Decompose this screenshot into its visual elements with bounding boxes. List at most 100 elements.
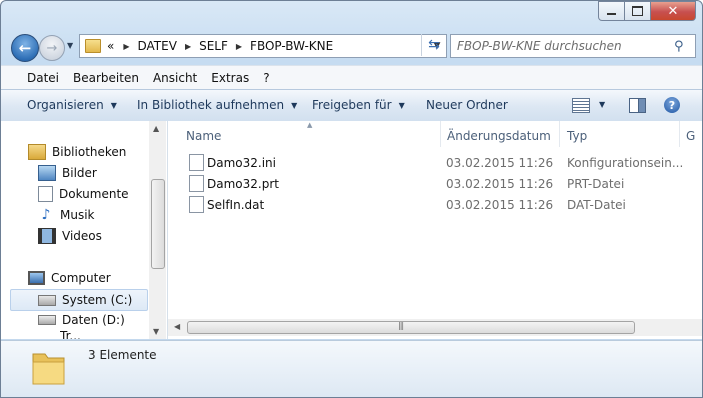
breadcrumb-overflow[interactable]: « (107, 39, 114, 53)
add-to-library-button[interactable]: In Bibliothek aufnehmen ▼ (137, 98, 297, 112)
file-name: SelfIn.dat (207, 197, 265, 212)
caption-buttons: ✕ (598, 1, 696, 21)
scroll-left-icon[interactable]: ◀ (174, 322, 180, 331)
nav-label-libraries: Bibliotheken (52, 145, 127, 159)
item-count: 3 Elemente (88, 348, 157, 362)
file-date: 03.02.2015 11:26 (446, 155, 554, 170)
back-button[interactable]: ← (11, 34, 39, 62)
refresh-button[interactable]: ⇆ (421, 34, 446, 56)
computer-icon (28, 271, 45, 285)
chevron-down-icon: ▼ (291, 100, 298, 110)
file-name: Damo32.prt (207, 176, 279, 191)
details-pane: 3 Elemente (1, 340, 702, 397)
minimize-button[interactable] (598, 1, 625, 21)
help-button[interactable]: ? (664, 97, 680, 113)
nav-item-music[interactable]: ♪ Musik (38, 205, 95, 225)
chevron-right-icon: ▶ (184, 41, 192, 51)
back-arrow-icon: ← (18, 39, 32, 57)
chevron-down-icon: ▼ (110, 100, 117, 110)
libraries-icon (28, 144, 46, 160)
menu-ansicht[interactable]: Ansicht (146, 71, 204, 85)
address-bar[interactable]: « ▶ DATEV ▶ SELF ▶ FBOP-BW-KNE ▼ (79, 34, 447, 58)
file-type: DAT-Datei (567, 197, 626, 212)
nav-vertical-scrollbar[interactable]: ▲ ▼ (149, 121, 166, 339)
search-box: ⚲ (450, 34, 696, 58)
explorer-window: ✕ ← → ▼ « ▶ DATEV ▶ SELF ▶ FBOP-BW-KNE ▼… (0, 0, 703, 398)
file-date: 03.02.2015 11:26 (446, 176, 554, 191)
column-divider[interactable] (559, 121, 560, 147)
scroll-down-icon[interactable]: ▼ (153, 327, 159, 336)
nav-label-computer: Computer (51, 271, 111, 285)
file-row[interactable]: Damo32.prt 03.02.2015 11:26 PRT-Datei (168, 173, 702, 194)
preview-pane-icon[interactable] (629, 98, 646, 113)
nav-label-videos: Videos (62, 229, 102, 243)
nav-label-music: Musik (60, 208, 95, 222)
scroll-grip-icon: ||| (398, 321, 404, 330)
menu-bearbeiten[interactable]: Bearbeiten (66, 71, 146, 85)
file-type: PRT-Datei (567, 176, 625, 191)
file-row[interactable]: SelfIn.dat 03.02.2015 11:26 DAT-Datei (168, 194, 702, 215)
breadcrumb-item-fbop-bw-kne[interactable]: FBOP-BW-KNE (250, 39, 333, 53)
nav-label-partial: Tr... (60, 329, 81, 339)
pictures-icon (38, 165, 56, 181)
view-dropdown-icon[interactable]: ▼ (599, 100, 605, 109)
file-horizontal-scrollbar[interactable]: ◀ ||| (168, 319, 702, 336)
chevron-down-icon: ▼ (398, 100, 405, 110)
file-date: 03.02.2015 11:26 (446, 197, 554, 212)
new-folder-label: Neuer Ordner (426, 98, 508, 112)
column-divider[interactable] (679, 121, 680, 147)
nav-item-computer[interactable]: Computer (28, 268, 111, 288)
column-header-name[interactable]: Name (186, 125, 221, 147)
nav-item-documents[interactable]: Dokumente (38, 184, 129, 204)
menu-help[interactable]: ? (256, 71, 276, 85)
nav-label-system-c: System (C:) (62, 293, 133, 307)
share-button[interactable]: Freigeben für ▼ (312, 98, 405, 112)
scroll-up-icon[interactable]: ▲ (153, 124, 159, 133)
view-options-icon[interactable] (572, 98, 590, 113)
column-header-type[interactable]: Typ (567, 125, 587, 147)
search-icon[interactable]: ⚲ (674, 39, 684, 54)
maximize-button[interactable] (625, 1, 651, 21)
breadcrumb-item-datev[interactable]: DATEV (138, 39, 177, 53)
videos-icon (38, 228, 56, 244)
menu-datei[interactable]: Datei (1, 71, 66, 85)
folder-icon (85, 39, 101, 53)
documents-icon (38, 186, 53, 202)
nav-item-daten-d[interactable]: Daten (D:) (38, 310, 125, 330)
new-folder-button[interactable]: Neuer Ordner (426, 98, 508, 112)
file-row[interactable]: Damo32.ini 03.02.2015 11:26 Konfiguratio… (168, 152, 702, 173)
file-scroll-thumb[interactable] (187, 321, 635, 334)
nav-item-videos[interactable]: Videos (38, 226, 102, 246)
nav-item-pictures[interactable]: Bilder (38, 163, 97, 183)
file-list: ▲ Name Änderungsdatum Typ G Damo32.ini 0… (168, 121, 702, 339)
refresh-icon: ⇆ (428, 37, 440, 53)
file-icon (189, 196, 204, 213)
nav-item-system-c[interactable]: System (C:) (10, 289, 148, 311)
forward-button[interactable]: → (39, 35, 65, 61)
search-input[interactable] (451, 38, 674, 54)
nav-item-libraries[interactable]: Bibliotheken (28, 142, 126, 162)
breadcrumb-item-self[interactable]: SELF (199, 39, 228, 53)
organize-button[interactable]: Organisieren ▼ (27, 98, 117, 112)
folder-icon (32, 353, 65, 385)
file-type: Konfigurationsein... (567, 155, 684, 170)
close-button[interactable]: ✕ (651, 1, 696, 21)
drive-icon (38, 315, 56, 325)
add-to-library-label: In Bibliothek aufnehmen (137, 98, 285, 112)
column-divider[interactable] (440, 121, 441, 147)
organize-label: Organisieren (27, 98, 104, 112)
menu-extras[interactable]: Extras (204, 71, 256, 85)
file-icon (189, 175, 204, 192)
recent-pages-dropdown[interactable]: ▼ (67, 41, 73, 50)
nav-item-partial[interactable]: Tr... (60, 329, 81, 339)
navigation-row: ← → ▼ « ▶ DATEV ▶ SELF ▶ FBOP-BW-KNE ▼ ⇆… (1, 27, 702, 65)
settings-file-icon (189, 154, 204, 171)
breadcrumb: « ▶ DATEV ▶ SELF ▶ FBOP-BW-KNE (107, 39, 333, 53)
forward-arrow-icon: → (46, 40, 58, 56)
column-header-size[interactable]: G (686, 125, 695, 147)
sort-ascending-icon: ▲ (307, 121, 313, 129)
menu-bar: Datei Bearbeiten Ansicht Extras ? (1, 65, 702, 89)
column-header-date[interactable]: Änderungsdatum (447, 125, 551, 147)
nav-scroll-thumb[interactable] (151, 179, 165, 269)
chevron-right-icon: ▶ (235, 41, 243, 51)
